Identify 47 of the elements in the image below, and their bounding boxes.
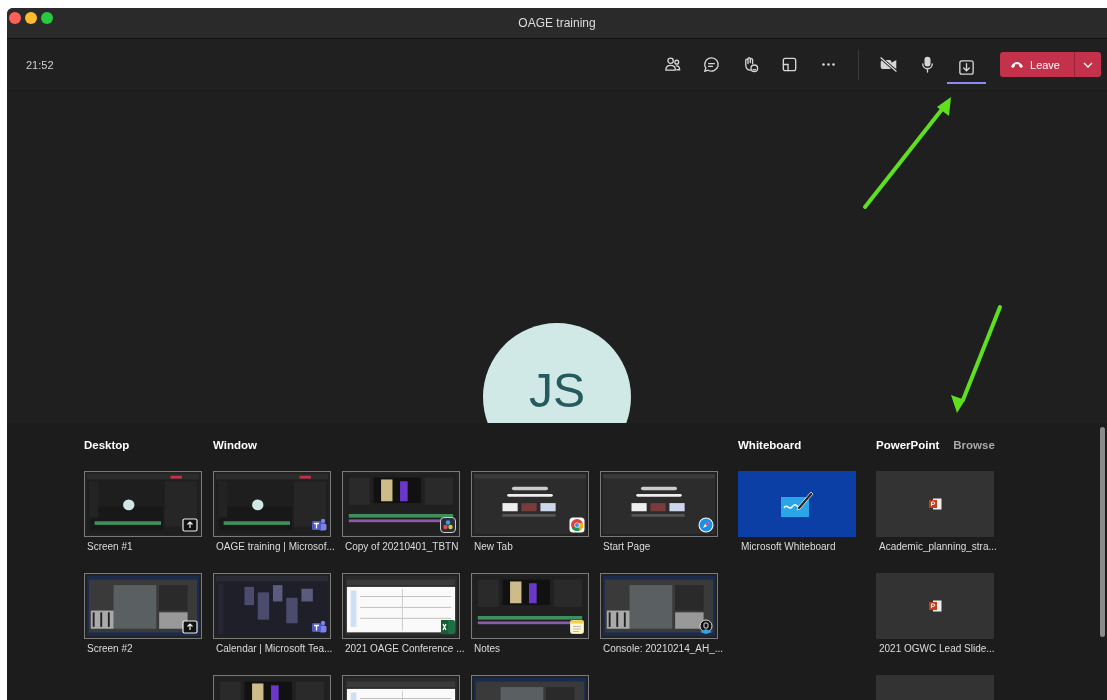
section-heading: Whiteboard xyxy=(738,439,802,451)
thumbnail-label: New Tab xyxy=(473,541,514,552)
thumbnail-label: Screen #2 xyxy=(86,643,134,654)
share-screen-icon xyxy=(182,517,198,533)
file-tile[interactable] xyxy=(876,471,994,537)
chat-icon xyxy=(702,55,721,74)
file-tile[interactable] xyxy=(876,573,994,639)
thumbnail-label: 2021 OGWC Lead Slide... xyxy=(878,643,994,654)
browse-link[interactable]: Browse xyxy=(953,439,995,451)
thumbnail-label: Academic_planning_stra... xyxy=(878,541,994,552)
phone-icon xyxy=(1010,60,1024,69)
thumbnail-label: Calendar | Microsoft Tea... xyxy=(215,643,331,654)
app-icon xyxy=(440,517,456,533)
thumbnail-label: Start Page xyxy=(602,541,652,552)
slides-file-icon xyxy=(928,600,942,612)
thumbnail-label: Copy of 20210401_TBTN xyxy=(344,541,460,552)
slides-file-icon xyxy=(928,498,942,510)
whiteboard-tile[interactable] xyxy=(738,471,856,537)
leave-button[interactable]: Leave xyxy=(1000,52,1074,77)
note-icon xyxy=(569,619,585,635)
teams-icon xyxy=(311,619,327,635)
thumbnail-label: Microsoft Whiteboard xyxy=(740,541,837,552)
window-title: OAGE training xyxy=(518,16,596,30)
meeting-timer: 21:52 xyxy=(26,58,54,71)
whiteboard-icon xyxy=(780,489,814,519)
section-heading: Window xyxy=(213,439,257,451)
thumbnail-label: Screen #1 xyxy=(86,541,134,552)
compass-icon xyxy=(698,517,714,533)
spreadsheet-icon xyxy=(440,619,456,635)
zoom-button[interactable] xyxy=(41,12,53,24)
leave-options-button[interactable] xyxy=(1074,52,1101,77)
scrollbar[interactable] xyxy=(1100,427,1105,637)
camera-off-icon xyxy=(879,55,898,74)
section-heading: PowerPoint xyxy=(876,439,940,451)
share-screen-icon xyxy=(182,619,198,635)
section-heading: Desktop xyxy=(84,439,130,451)
console-icon xyxy=(698,619,714,635)
teams-icon xyxy=(311,517,327,533)
chevron-down-icon xyxy=(1083,61,1093,68)
close-button[interactable] xyxy=(9,12,21,24)
rooms-icon xyxy=(780,55,799,74)
avatar: JS xyxy=(483,323,631,423)
people-icon xyxy=(663,55,682,74)
share-icon xyxy=(957,58,976,77)
minimize-button[interactable] xyxy=(25,12,37,24)
more-icon xyxy=(822,63,835,66)
thumbnail-label: Notes xyxy=(473,643,502,654)
